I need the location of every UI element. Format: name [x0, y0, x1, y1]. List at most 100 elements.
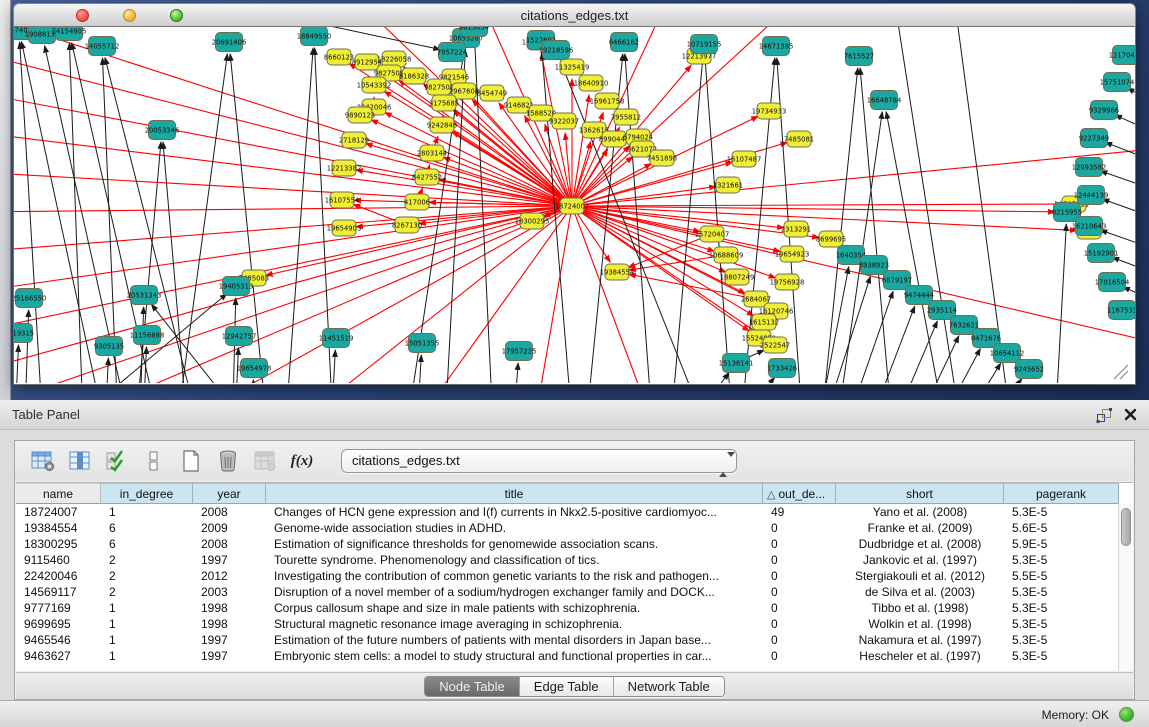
citation-edge-black[interactable] [705, 56, 734, 383]
citation-edge-black[interactable] [861, 306, 915, 383]
table-cell[interactable]: 18724007 [16, 504, 101, 520]
citation-edge-black[interactable] [22, 42, 109, 383]
table-cell[interactable]: Franke et al. (2009) [836, 520, 1004, 536]
table-cell[interactable]: 0 [763, 648, 836, 664]
float-panel-icon[interactable] [1096, 408, 1113, 428]
citation-edge-black[interactable] [416, 355, 421, 383]
citation-edge-red[interactable] [14, 206, 572, 292]
table-cell[interactable]: 6 [101, 536, 193, 552]
table-cell[interactable]: Tourette syndrome. Phenomenology and cla… [266, 552, 763, 568]
table-cell[interactable]: Dudbridge et al. (2008) [836, 536, 1004, 552]
column-header-pagerank[interactable]: pagerank [1004, 483, 1119, 504]
table-cell[interactable]: 5.3E-5 [1004, 600, 1119, 616]
table-settings-icon[interactable] [29, 448, 57, 474]
table-cell[interactable]: 1 [101, 504, 193, 520]
citation-edge-red[interactable] [414, 206, 572, 383]
table-cell[interactable]: 1997 [193, 648, 266, 664]
table-cell[interactable]: Structural magnetic resonance image aver… [266, 616, 763, 632]
citation-edge-red[interactable] [14, 52, 572, 206]
tab-node-table[interactable]: Node Table [425, 677, 519, 696]
table-cell[interactable]: 9115460 [16, 552, 101, 568]
column-header-year[interactable]: year [193, 483, 266, 504]
table-header-row[interactable]: namein_degreeyeartitle△out_de...shortpag… [16, 483, 1133, 504]
function-builder-icon[interactable]: f(x) [288, 448, 316, 474]
table-cell[interactable]: 9699695 [16, 616, 101, 632]
table-cell[interactable]: Estimation of the future numbers of pati… [266, 632, 763, 648]
table-cell[interactable]: 2 [101, 584, 193, 600]
table-cell[interactable]: 9465546 [16, 632, 101, 648]
table-cell[interactable]: 5.3E-5 [1004, 648, 1119, 664]
table-cell[interactable]: 18300295 [16, 536, 101, 552]
table-cell[interactable]: Changes of HCN gene expression and I(f) … [266, 504, 763, 520]
network-window-titlebar[interactable]: citations_edges.txt [13, 3, 1136, 27]
citation-edge-red[interactable] [365, 143, 572, 206]
table-cell[interactable]: 0 [763, 600, 836, 616]
delete-table-icon[interactable] [214, 448, 242, 474]
zoom-window-button[interactable] [170, 9, 183, 22]
citation-edge-black[interactable] [104, 358, 108, 383]
citation-edge-red[interactable] [572, 206, 1135, 347]
citation-edge-black[interactable] [14, 345, 18, 383]
citation-edge-red[interactable] [14, 132, 572, 206]
vertical-scrollbar[interactable] [1118, 504, 1133, 671]
table-cell[interactable]: 6 [101, 520, 193, 536]
table-cell[interactable]: Corpus callosum shape and size in male p… [266, 600, 763, 616]
table-cell[interactable]: 22420046 [16, 568, 101, 584]
unselect-rows-icon[interactable] [140, 448, 168, 474]
memory-status-indicator[interactable] [1119, 707, 1134, 722]
column-header-out_de[interactable]: △out_de... [763, 483, 836, 504]
table-cell[interactable]: 9463627 [16, 648, 101, 664]
table-cell[interactable]: 5.3E-5 [1004, 616, 1119, 632]
table-cell[interactable]: Hescheler et al. (1997) [836, 648, 1004, 664]
table-cell[interactable]: 2003 [193, 584, 266, 600]
citation-edge-black[interactable] [816, 276, 870, 383]
table-cell[interactable]: 5.5E-5 [1004, 568, 1119, 584]
table-cell[interactable]: 2008 [193, 536, 266, 552]
new-table-icon[interactable] [177, 448, 205, 474]
table-cell[interactable]: 0 [763, 520, 836, 536]
citation-edge-black[interactable] [971, 379, 1022, 383]
citation-edge-black[interactable] [860, 68, 894, 383]
citation-edge-black[interactable] [884, 321, 937, 383]
minimize-window-button[interactable] [123, 9, 136, 22]
citation-edge-black[interactable] [839, 291, 893, 383]
table-cell[interactable]: 2012 [193, 568, 266, 584]
table-cell[interactable]: 14569117 [16, 584, 101, 600]
table-panel-header[interactable]: Table Panel [0, 400, 1149, 430]
table-cell[interactable]: de Silva et al. (2003) [836, 584, 1004, 600]
citation-edge-black[interactable] [674, 373, 729, 383]
citation-edge-black[interactable] [250, 380, 253, 383]
table-cell[interactable]: Estimation of significance thresholds fo… [266, 536, 763, 552]
network-canvas[interactable]: 1872400718300295193845548660123891295418… [13, 27, 1136, 385]
table-cell[interactable]: 1998 [193, 616, 266, 632]
citation-edge-black[interactable] [1054, 224, 1066, 383]
table-row[interactable]: 977716911998Corpus callosum shape and si… [16, 600, 1133, 616]
citation-edge-red[interactable] [14, 206, 572, 383]
table-cell[interactable]: 1997 [193, 552, 266, 568]
table-cell[interactable]: Wolkin et al. (1998) [836, 616, 1004, 632]
table-cell[interactable]: 1 [101, 600, 193, 616]
citation-edge-red[interactable] [572, 204, 1062, 206]
table-row[interactable]: 2242004622012Investigating the contribut… [16, 568, 1133, 584]
table-cell[interactable]: 0 [763, 552, 836, 568]
table-cell[interactable]: 0 [763, 536, 836, 552]
table-cell[interactable]: 5.3E-5 [1004, 504, 1119, 520]
citation-edge-black[interactable] [512, 363, 518, 383]
citation-edge-red[interactable] [572, 206, 1077, 230]
left-panel-edge[interactable] [0, 0, 11, 400]
table-cell[interactable]: 1 [101, 648, 193, 664]
citation-edge-black[interactable] [949, 363, 1001, 383]
table-cell[interactable]: 9777169 [16, 600, 101, 616]
table-cell[interactable]: 19384554 [16, 520, 101, 536]
table-cell[interactable]: Tibbo et al. (1998) [836, 600, 1004, 616]
table-cell[interactable]: 2009 [193, 520, 266, 536]
close-window-button[interactable] [76, 9, 89, 22]
column-select-icon[interactable] [66, 448, 94, 474]
column-header-name[interactable]: name [16, 483, 101, 504]
table-row[interactable]: 946362711997Embryonic stem cells: a mode… [16, 648, 1133, 664]
table-cell[interactable]: 2 [101, 568, 193, 584]
scrollbar-thumb[interactable] [1121, 508, 1131, 546]
table-cell[interactable]: 0 [763, 616, 836, 632]
table-cell[interactable]: 5.9E-5 [1004, 536, 1119, 552]
table-cell[interactable]: 0 [763, 632, 836, 648]
